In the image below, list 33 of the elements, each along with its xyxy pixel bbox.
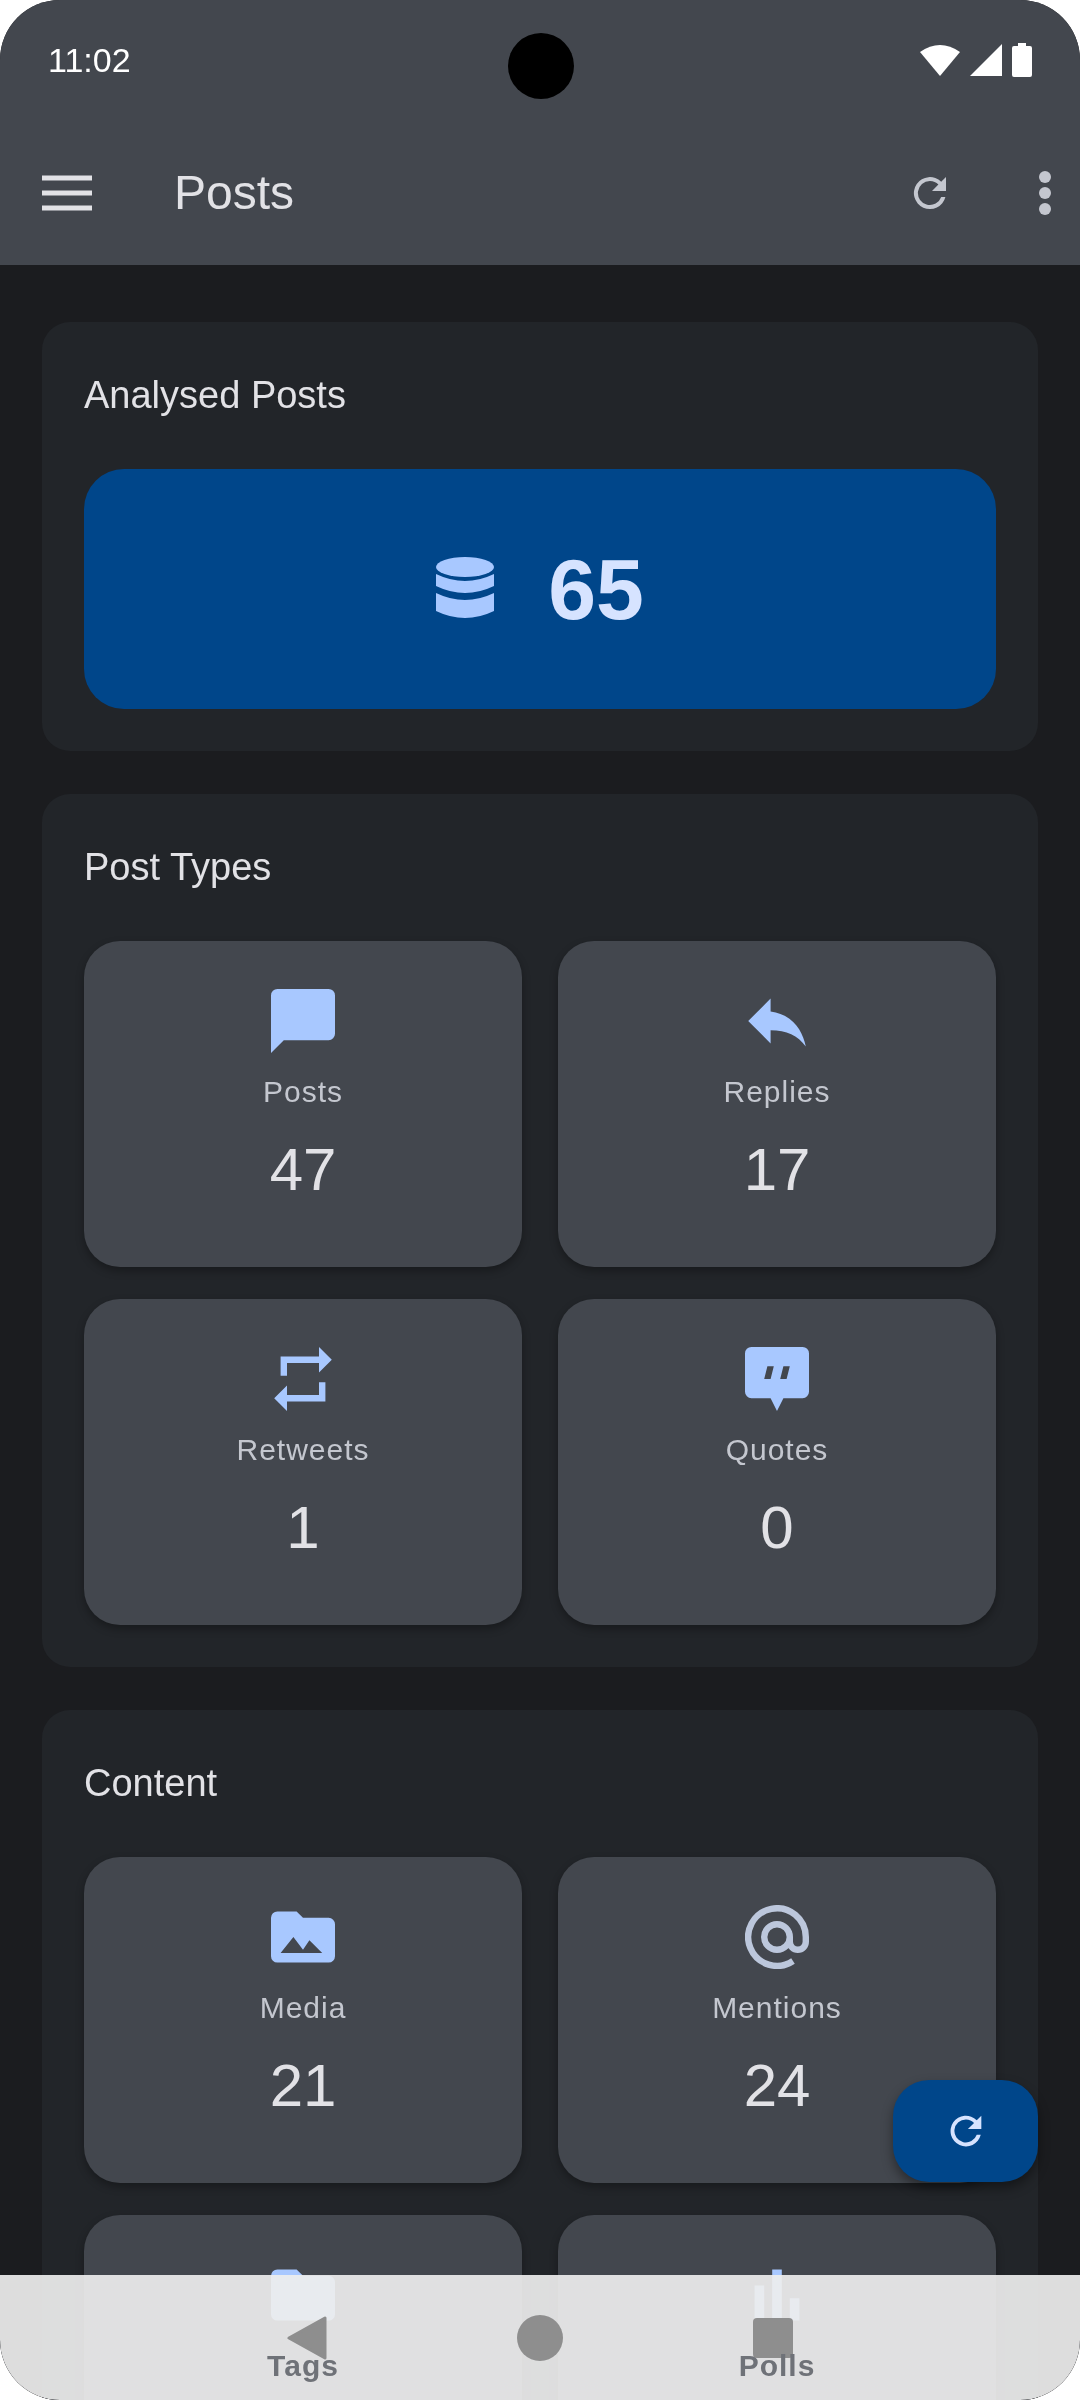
wifi-icon — [920, 44, 960, 76]
at-sign-icon — [745, 1905, 809, 1969]
menu-button[interactable] — [42, 174, 92, 211]
stat-label: Posts — [263, 1075, 343, 1109]
stat-label: Replies — [723, 1075, 831, 1109]
stat-label: Quotes — [725, 1433, 829, 1467]
signal-icon — [970, 44, 1002, 76]
battery-icon — [1012, 43, 1032, 77]
stat-label: Polls — [738, 2349, 816, 2383]
stat-value: 17 — [743, 1135, 811, 1204]
stat-label: Tags — [267, 2349, 339, 2383]
home-icon — [517, 2314, 563, 2361]
stat-value: 24 — [743, 2051, 811, 2120]
menu-icon — [42, 174, 92, 211]
app-title: Posts — [174, 165, 296, 220]
stat-value: 47 — [269, 1135, 337, 1204]
refresh-fab[interactable] — [893, 2080, 1038, 2182]
quote-bubble-icon — [745, 1347, 809, 1411]
more-button[interactable] — [1038, 170, 1052, 215]
total-count: 65 — [548, 539, 644, 639]
stat-label: Retweets — [236, 1433, 370, 1467]
stat-value: 0 — [760, 1493, 794, 1562]
database-icon — [436, 557, 495, 621]
stat-value: 1 — [286, 1493, 320, 1562]
stat-label: Mentions — [712, 1991, 842, 2025]
status-time: 11:02 — [48, 40, 131, 80]
card-title: Analysed Posts — [84, 373, 347, 418]
more-icon — [1038, 170, 1052, 215]
stat-label: Media — [259, 1991, 347, 2025]
card-title: Content — [84, 1761, 219, 1806]
chat-bubble-icon — [271, 989, 335, 1053]
stat-value: 21 — [269, 2051, 337, 2120]
card-title: Post Types — [84, 845, 273, 890]
